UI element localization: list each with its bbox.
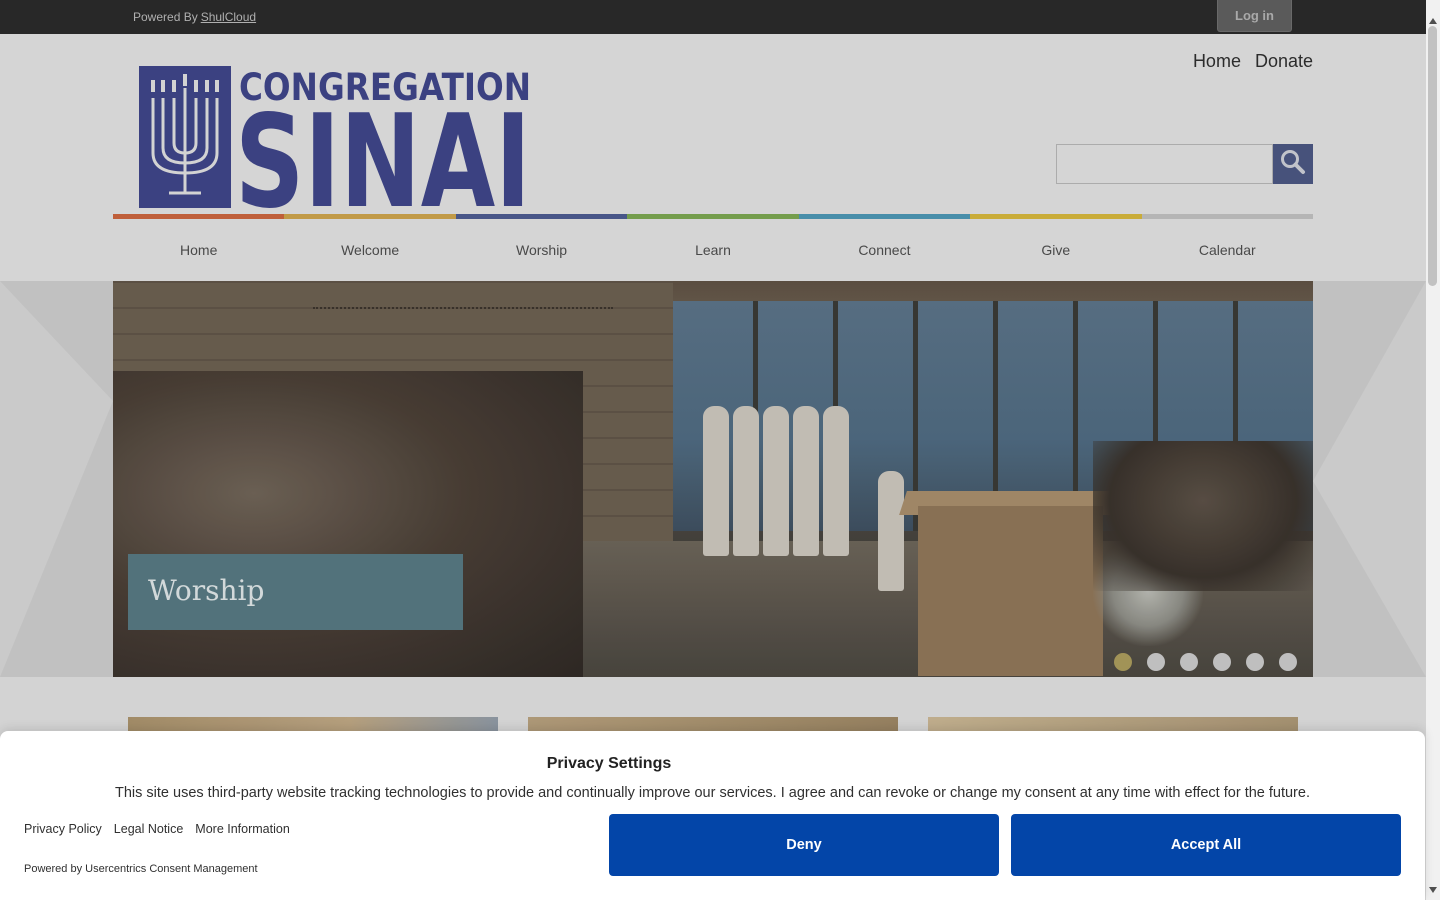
privacy-consent-banner: Privacy Settings This site uses third-pa… bbox=[0, 731, 1425, 900]
scroll-down-arrow-icon[interactable] bbox=[1429, 887, 1437, 893]
more-information-link[interactable]: More Information bbox=[195, 822, 289, 836]
accept-all-button[interactable]: Accept All bbox=[1011, 814, 1401, 876]
scrollbar-thumb[interactable] bbox=[1428, 26, 1437, 286]
legal-notice-link[interactable]: Legal Notice bbox=[114, 822, 184, 836]
privacy-policy-link[interactable]: Privacy Policy bbox=[24, 822, 102, 836]
consent-links: Privacy Policy Legal Notice More Informa… bbox=[24, 822, 290, 836]
scroll-up-arrow-icon[interactable] bbox=[1429, 18, 1437, 24]
consent-powered-by: Powered by Usercentrics Consent Manageme… bbox=[24, 863, 258, 875]
deny-button[interactable]: Deny bbox=[609, 814, 999, 876]
consent-title: Privacy Settings bbox=[546, 755, 672, 772]
consent-body: This site uses third-party website track… bbox=[115, 785, 1310, 801]
